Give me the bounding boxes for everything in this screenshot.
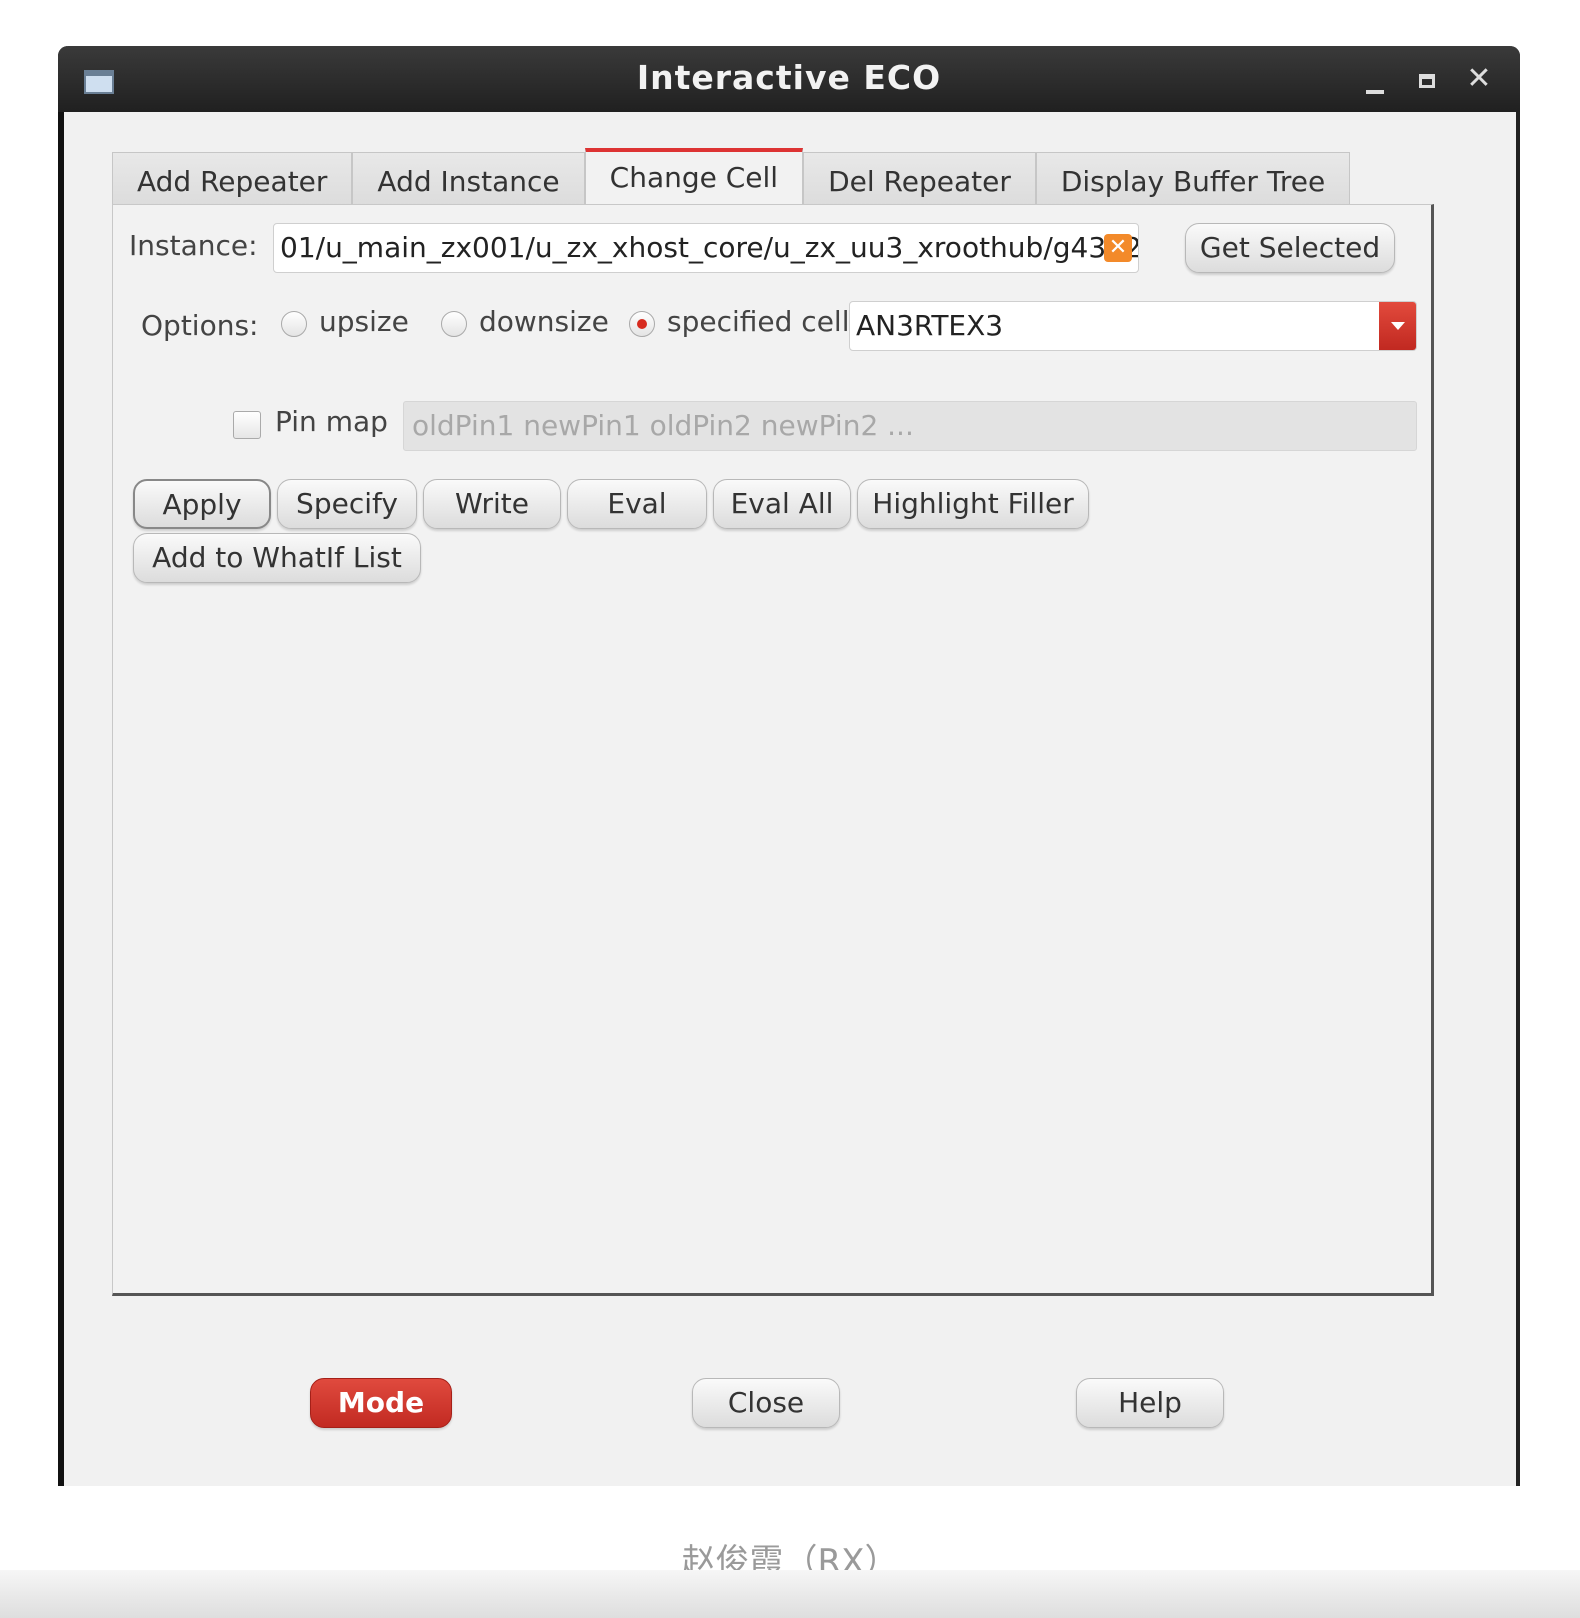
write-button[interactable]: Write: [423, 479, 561, 529]
specified-cell-value: AN3RTEX3: [856, 309, 1004, 342]
add-to-whatif-list-button[interactable]: Add to WhatIf List: [133, 533, 421, 583]
upsize-label: upsize: [319, 305, 409, 338]
pin-map-placeholder: oldPin1 newPin1 oldPin2 newPin2 ...: [412, 409, 914, 442]
clear-icon[interactable]: ✕: [1104, 234, 1132, 262]
specified-cell-radio[interactable]: [629, 311, 655, 337]
pin-map-input[interactable]: oldPin1 newPin1 oldPin2 newPin2 ...: [403, 401, 1417, 451]
help-button[interactable]: Help: [1076, 1378, 1224, 1428]
downsize-label: downsize: [479, 305, 609, 338]
tab-add-instance[interactable]: Add Instance: [352, 152, 585, 206]
maximize-icon: [1419, 74, 1435, 88]
eval-all-button[interactable]: Eval All: [713, 479, 851, 529]
minimize-icon: [1366, 90, 1384, 94]
instance-input[interactable]: 01/u_main_zx001/u_zx_xhost_core/u_zx_uu3…: [273, 223, 1139, 273]
close-window-button[interactable]: ✕: [1460, 60, 1498, 98]
window-title: Interactive ECO: [636, 58, 942, 97]
tab-change-cell[interactable]: Change Cell: [584, 148, 804, 208]
mode-button[interactable]: Mode: [310, 1378, 452, 1428]
options-label: Options:: [141, 309, 259, 342]
get-selected-button[interactable]: Get Selected: [1185, 223, 1395, 273]
minimize-button[interactable]: [1356, 60, 1394, 98]
specify-button[interactable]: Specify: [277, 479, 417, 529]
change-cell-panel: Instance: 01/u_main_zx001/u_zx_xhost_cor…: [112, 204, 1434, 1296]
instance-label: Instance:: [129, 229, 258, 262]
tab-bar: Add Repeater Add Instance Change Cell De…: [112, 148, 1351, 208]
maximize-button[interactable]: [1408, 60, 1446, 98]
close-icon: ✕: [1466, 61, 1492, 96]
downsize-radio[interactable]: [441, 311, 467, 337]
pin-map-label: Pin map: [275, 405, 388, 438]
instance-value: 01/u_main_zx001/u_zx_xhost_core/u_zx_uu3…: [280, 231, 1139, 264]
tab-add-repeater[interactable]: Add Repeater: [112, 152, 353, 206]
interactive-eco-window: Interactive ECO ✕ Add Repeater Add Insta…: [58, 46, 1520, 1486]
tab-display-buffer-tree[interactable]: Display Buffer Tree: [1035, 152, 1351, 206]
eval-button[interactable]: Eval: [567, 479, 707, 529]
tab-del-repeater[interactable]: Del Repeater: [803, 152, 1036, 206]
close-button[interactable]: Close: [692, 1378, 840, 1428]
highlight-filler-button[interactable]: Highlight Filler: [857, 479, 1089, 529]
specified-cell-combo[interactable]: AN3RTEX3: [849, 301, 1417, 351]
specified-cell-label: specified cell: [667, 305, 850, 338]
apply-button[interactable]: Apply: [133, 479, 271, 529]
bottom-shade: [0, 1570, 1580, 1618]
pin-map-checkbox[interactable]: [233, 411, 261, 439]
upsize-radio[interactable]: [281, 311, 307, 337]
titlebar[interactable]: Interactive ECO ✕: [58, 46, 1520, 112]
chevron-down-icon[interactable]: [1379, 302, 1416, 350]
